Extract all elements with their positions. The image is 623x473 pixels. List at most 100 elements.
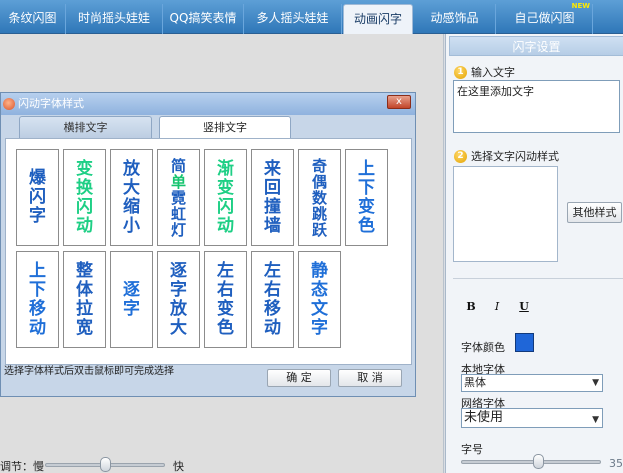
style-card-char: 宽 xyxy=(76,317,93,338)
style-card-char: 霓 xyxy=(170,188,186,207)
style-card-char: 字 xyxy=(170,279,187,300)
style-card[interactable]: 左右变色 xyxy=(204,251,247,348)
tab-animated-text[interactable]: 动画闪字 xyxy=(343,4,413,34)
web-font-value: 未使用 xyxy=(464,410,504,425)
tab-multi-bobblehead[interactable]: 多人摇头娃娃 xyxy=(244,4,342,34)
font-color-label: 字体颜色 xyxy=(461,341,505,354)
cancel-button[interactable]: 取 消 xyxy=(338,369,402,387)
style-card-char: 右 xyxy=(217,279,234,300)
style-card[interactable]: 奇偶数跳跃 xyxy=(298,149,341,246)
style-card[interactable]: 逐字放大 xyxy=(157,251,200,348)
step-input-text: 1 输入文字 xyxy=(454,64,515,80)
italic-button[interactable]: I xyxy=(488,299,506,315)
style-preview xyxy=(453,166,558,262)
tab-accessories[interactable]: 动感饰品 xyxy=(414,4,496,34)
local-font-value: 黑体 xyxy=(464,376,486,389)
style-card-char: 移 xyxy=(264,298,281,319)
style-card-char: 回 xyxy=(264,177,281,198)
style-card-char: 下 xyxy=(358,177,375,198)
underline-button[interactable]: U xyxy=(515,299,533,315)
style-card-char: 撞 xyxy=(264,196,281,217)
style-card-char: 单 xyxy=(170,172,186,191)
step-number-icon: 2 xyxy=(454,149,467,163)
tab-label: 动画闪字 xyxy=(353,12,402,26)
style-card-char: 上 xyxy=(29,260,46,281)
tab-label: 时尚摇头娃娃 xyxy=(77,11,150,25)
dialog-title: 闪动字体样式 xyxy=(18,97,84,110)
style-card-char: 变 xyxy=(217,177,234,198)
font-size-slider[interactable] xyxy=(461,460,601,464)
style-card-char: 拉 xyxy=(76,298,93,319)
tab-make-your-own[interactable]: 自己做闪图 NEW xyxy=(497,2,593,34)
speed-slider-thumb[interactable] xyxy=(100,457,111,472)
style-card-char: 奇 xyxy=(311,156,327,175)
style-card-char: 变 xyxy=(358,196,375,217)
style-card-char: 变 xyxy=(217,298,234,319)
tab-stripe-flash[interactable]: 条纹闪图 xyxy=(0,4,66,34)
style-card[interactable]: 渐变闪动 xyxy=(204,149,247,246)
font-size-slider-thumb[interactable] xyxy=(533,454,544,469)
style-card-char: 变 xyxy=(76,158,93,179)
web-font-select[interactable]: 未使用 ▼ xyxy=(461,408,603,428)
tab-bobblehead[interactable]: 时尚摇头娃娃 xyxy=(66,4,163,34)
panel-title: 闪字设置 xyxy=(449,36,623,56)
style-card-char: 动 xyxy=(76,215,93,236)
bold-button[interactable]: B xyxy=(462,299,480,315)
new-badge: NEW xyxy=(571,2,590,10)
style-card[interactable]: 整体拉宽 xyxy=(63,251,106,348)
style-card[interactable]: 左右移动 xyxy=(251,251,294,348)
dialog-title-bar: 闪动字体样式 xyxy=(1,93,415,115)
style-card-char: 灯 xyxy=(170,220,186,239)
local-font-select[interactable]: 黑体 ▼ xyxy=(461,374,603,392)
style-card-char: 数 xyxy=(311,188,327,207)
style-card-char: 左 xyxy=(264,260,281,281)
style-card[interactable]: 逐字 xyxy=(110,251,153,348)
style-card[interactable]: 变换闪动 xyxy=(63,149,106,246)
style-card-char: 字 xyxy=(311,317,328,338)
ok-button[interactable]: 确 定 xyxy=(267,369,331,387)
style-card[interactable]: 静态文字 xyxy=(298,251,341,348)
style-card-char: 跃 xyxy=(311,220,327,239)
tab-horizontal-text[interactable]: 横排文字 xyxy=(19,116,152,138)
text-style-dialog: 闪动字体样式 x 横排文字 竖排文字 爆闪字变换闪动放大缩小简单霓虹灯渐变闪动来… xyxy=(0,92,416,397)
tab-label: QQ搞笑表情 xyxy=(169,11,237,25)
other-styles-button[interactable]: 其他样式 xyxy=(567,202,622,223)
step-label: 选择文字闪动样式 xyxy=(471,150,559,163)
style-card-char: 放 xyxy=(170,298,187,319)
style-card-char: 爆 xyxy=(29,168,46,188)
style-card-char: 闪 xyxy=(29,187,46,207)
style-card-char: 大 xyxy=(170,317,187,338)
speed-label: 调节：慢 xyxy=(0,460,44,473)
text-input[interactable]: 在这里添加文字 xyxy=(453,80,620,133)
style-card-char: 态 xyxy=(311,279,328,300)
style-card-char: 逐 xyxy=(170,260,187,281)
tab-label: 动感饰品 xyxy=(430,11,479,25)
step-number-icon: 1 xyxy=(454,65,467,79)
tab-vertical-text[interactable]: 竖排文字 xyxy=(159,116,291,138)
style-card[interactable]: 上下移动 xyxy=(16,251,59,348)
style-card[interactable]: 爆闪字 xyxy=(16,149,59,246)
font-color-swatch[interactable] xyxy=(515,333,534,352)
style-card-char: 左 xyxy=(217,260,234,281)
step-label: 输入文字 xyxy=(471,66,515,79)
style-card-char: 跳 xyxy=(311,204,327,223)
style-card-char: 动 xyxy=(264,317,281,338)
style-card-char: 缩 xyxy=(123,196,140,217)
style-card-char: 下 xyxy=(29,279,46,300)
style-card[interactable]: 简单霓虹灯 xyxy=(157,149,200,246)
close-button[interactable]: x xyxy=(387,95,411,109)
tab-qq-emoji[interactable]: QQ搞笑表情 xyxy=(163,4,244,34)
style-card-char: 偶 xyxy=(311,172,327,191)
style-card-char: 动 xyxy=(217,215,234,236)
style-card-char: 色 xyxy=(217,317,234,338)
style-card-char: 动 xyxy=(29,317,46,338)
style-card-char: 右 xyxy=(264,279,281,300)
style-card[interactable]: 上下变色 xyxy=(345,149,388,246)
style-card-char: 来 xyxy=(264,158,281,179)
dialog-hint: 选择字体样式后双击鼠标即可完成选择 xyxy=(4,366,174,377)
style-card[interactable]: 放大缩小 xyxy=(110,149,153,246)
style-card-char: 整 xyxy=(76,260,93,281)
style-card[interactable]: 来回撞墙 xyxy=(251,149,294,246)
settings-panel: 闪字设置 1 输入文字 在这里添加文字 2 选择文字闪动样式 其他样式 B I … xyxy=(445,34,623,473)
style-card-char: 色 xyxy=(358,215,375,236)
